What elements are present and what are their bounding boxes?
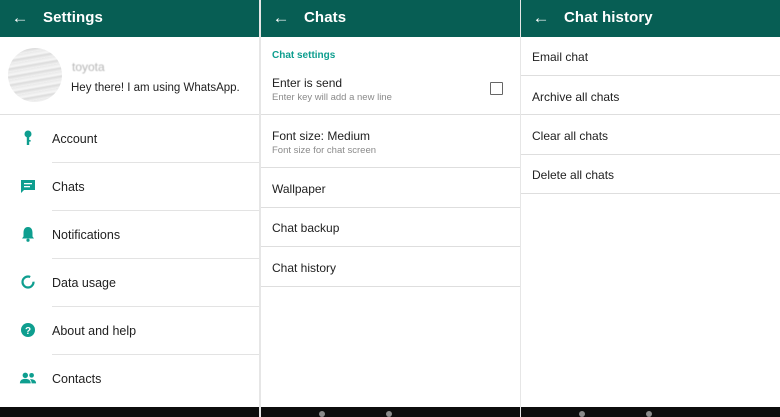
row-label: Enter is send — [272, 76, 343, 90]
nav-back-icon[interactable] — [319, 411, 325, 417]
menu-item-about-and-help[interactable]: ? About and help — [0, 307, 259, 355]
chat-history-row[interactable]: Chat history — [261, 247, 520, 287]
profile-row[interactable]: toyota Hey there! I am using WhatsApp. — [0, 37, 259, 115]
menu-item-account[interactable]: Account — [0, 115, 259, 163]
arrow-left-icon[interactable]: ← — [11, 8, 29, 28]
clear-all-chats-row[interactable]: Clear all chats — [521, 115, 780, 155]
row-label: Archive all chats — [532, 90, 620, 104]
settings-screen: ← Settings toyota Hey there! I am using … — [0, 0, 259, 417]
chat-icon — [19, 177, 37, 195]
nav-home-icon[interactable] — [386, 411, 392, 417]
help-icon: ? — [19, 321, 37, 339]
menu-item-contacts[interactable]: Contacts — [0, 355, 259, 403]
system-nav-bar — [0, 407, 259, 417]
key-icon — [19, 129, 37, 147]
row-label: Chat backup — [272, 221, 340, 235]
menu-item-label: Data usage — [52, 276, 116, 290]
font-size-row[interactable]: Font size: Medium Font size for chat scr… — [261, 115, 520, 168]
enter-is-send-checkbox[interactable] — [490, 82, 503, 95]
row-label: Font size: Medium — [272, 129, 371, 143]
profile-name: toyota — [72, 60, 105, 74]
row-label: Delete all chats — [532, 168, 615, 182]
menu-item-label: Chats — [52, 180, 85, 194]
page-title: Settings — [43, 9, 103, 26]
menu-item-label: About and help — [52, 324, 137, 338]
menu-item-label: Account — [52, 132, 98, 146]
nav-back-icon[interactable] — [579, 411, 585, 417]
menu-item-data-usage[interactable]: Data usage — [0, 259, 259, 307]
email-chat-row[interactable]: Email chat — [521, 37, 780, 76]
system-nav-bar — [521, 407, 780, 417]
app-bar: ← Chat history — [521, 0, 780, 37]
profile-status: Hey there! I am using WhatsApp. — [71, 82, 240, 94]
svg-text:?: ? — [25, 326, 31, 337]
chats-settings-screen: ← Chats Chat settings Enter is send Ente… — [261, 0, 520, 417]
system-nav-bar — [261, 407, 520, 417]
menu-item-notifications[interactable]: Notifications — [0, 211, 259, 259]
row-sublabel: Enter key will add a new line — [272, 92, 392, 103]
wallpaper-row[interactable]: Wallpaper — [261, 168, 520, 208]
menu-item-label: Contacts — [52, 372, 102, 386]
bell-icon — [19, 225, 37, 243]
menu-item-label: Notifications — [52, 228, 121, 242]
delete-all-chats-row[interactable]: Delete all chats — [521, 155, 780, 194]
row-label: Clear all chats — [532, 129, 609, 143]
row-label: Wallpaper — [272, 182, 326, 196]
page-title: Chats — [304, 9, 347, 26]
row-label: Email chat — [532, 50, 589, 64]
chat-history-screen: ← Chat history Email chat Archive all ch… — [521, 0, 780, 417]
archive-all-chats-row[interactable]: Archive all chats — [521, 76, 780, 115]
arrow-left-icon[interactable]: ← — [532, 8, 550, 28]
section-header: Chat settings — [272, 50, 336, 61]
nav-home-icon[interactable] — [646, 411, 652, 417]
chat-backup-row[interactable]: Chat backup — [261, 208, 520, 247]
arrow-left-icon[interactable]: ← — [272, 8, 290, 28]
data-usage-icon — [19, 273, 37, 291]
divider — [521, 193, 780, 194]
app-bar: ← Settings — [0, 0, 259, 37]
enter-is-send-row[interactable]: Enter is send Enter key will add a new l… — [261, 66, 520, 115]
divider — [261, 286, 520, 287]
menu-item-chats[interactable]: Chats — [0, 163, 259, 211]
app-bar: ← Chats — [261, 0, 520, 37]
avatar[interactable] — [8, 48, 62, 102]
contacts-icon — [19, 369, 37, 387]
row-label: Chat history — [272, 261, 337, 275]
page-title: Chat history — [564, 9, 653, 26]
row-sublabel: Font size for chat screen — [272, 145, 377, 156]
